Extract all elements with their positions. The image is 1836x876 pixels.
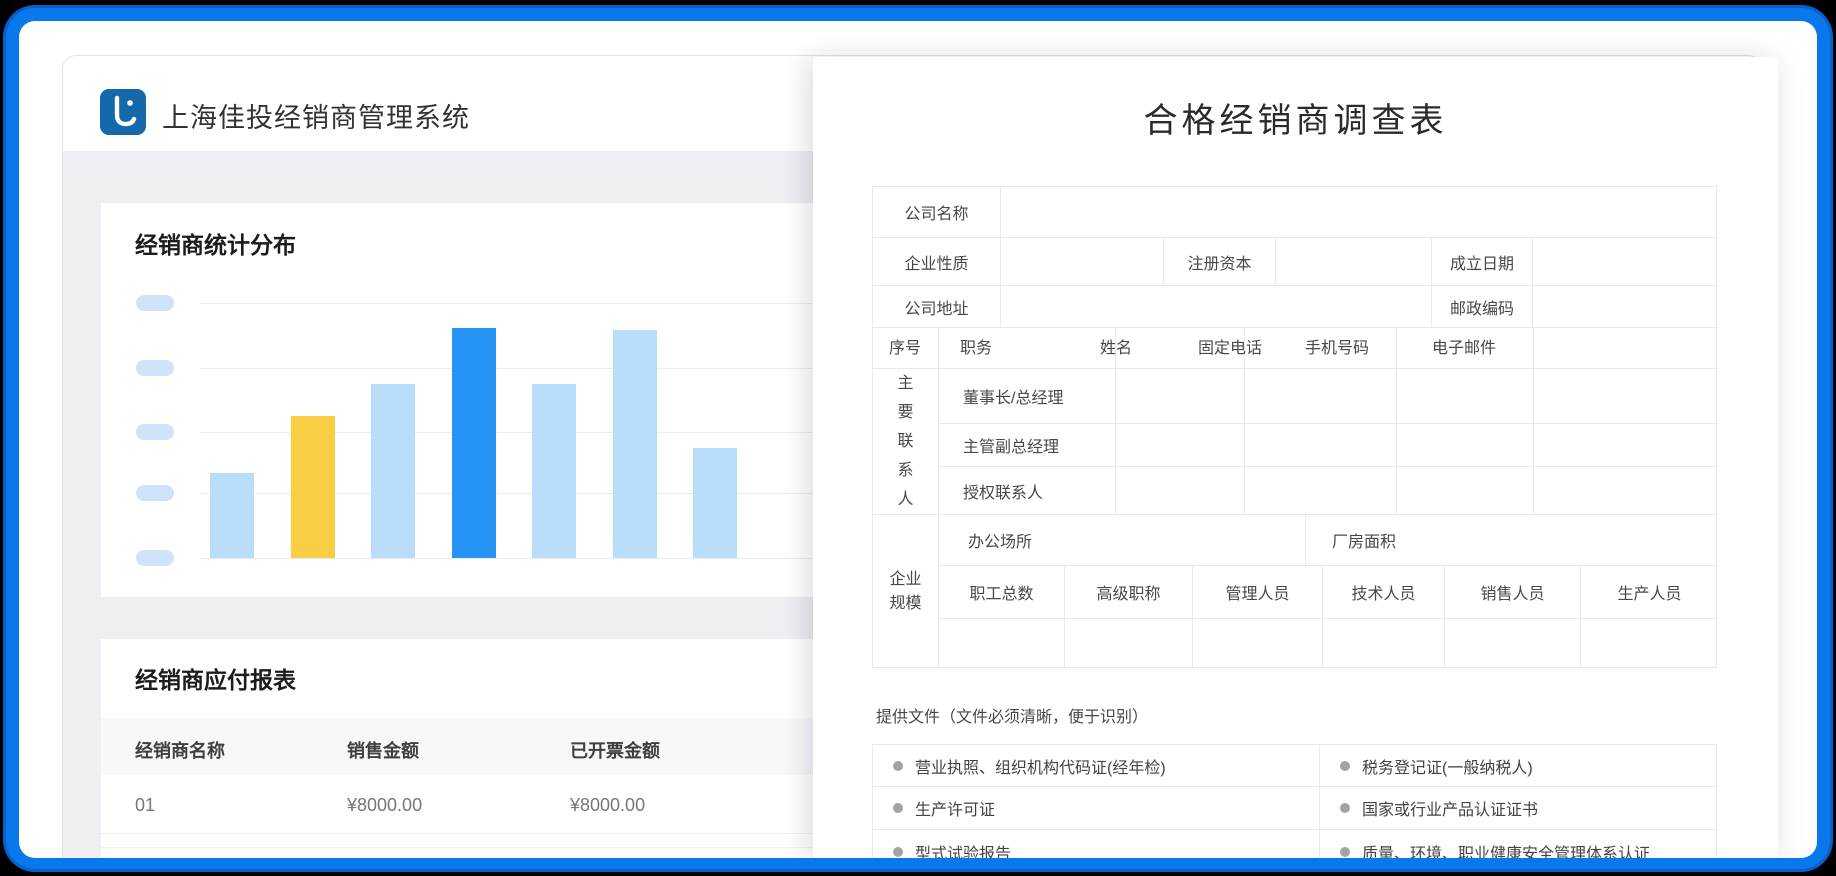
contact-col-email: 电子邮件 [1432,339,1496,359]
contact-role-chairman: 董事长/总经理 [939,369,1116,424]
contact-role-authorized: 授权联系人 [939,467,1116,515]
chart-bar [693,448,737,558]
page-viewport: 上海佳投经销商管理系统 经销商统计分布 经销商应付报表 经销商名称 销售金额 [19,21,1817,858]
chart-bar [371,384,415,558]
bullet-icon [1340,803,1350,813]
contact-col-tel: 固定电话 [1198,339,1262,359]
scale-input[interactable] [939,619,1065,669]
scale-col-sales: 销售人员 [1445,566,1581,619]
payables-col-invoiced: 已开票金额 [570,737,660,763]
contact-col-seq: 序号 [889,339,921,359]
doc-item: 营业执照、组织机构代码证(经年检) [873,745,1320,787]
app-title: 上海佳投经销商管理系统 [162,96,470,135]
scale-input[interactable] [1065,619,1193,669]
axis-tick-skeleton-pill [136,295,174,311]
chart-bar [613,330,657,558]
payables-row-sales: ¥8000.00 [347,795,422,816]
contact-input[interactable] [1245,467,1397,515]
bullet-icon [893,761,903,771]
contact-role-vp: 主管副总经理 [939,424,1116,467]
contact-header-labels: 序号 职务 姓名 固定电话 手机号码 电子邮件 [873,328,1718,369]
label-company-name: 公司名称 [873,187,1001,238]
screenshot-canvas: 上海佳投经销商管理系统 经销商统计分布 经销商应付报表 经销商名称 销售金额 [0,0,1836,876]
payables-col-dealer: 经销商名称 [135,737,225,763]
chart-bar [532,384,576,558]
bullet-icon [1340,847,1350,857]
doc-item: 型式试验报告 [873,830,1320,858]
contact-group-label: 主要联系人 [873,369,939,515]
contact-input[interactable] [1534,467,1718,515]
contact-input[interactable] [1116,424,1245,467]
axis-tick-skeleton-pill [136,550,174,566]
scale-plant-area: 厂房面积 [1306,515,1718,566]
doc-item: 质量、环境、职业健康安全管理体系认证 [1320,830,1718,858]
label-reg-capital: 注册资本 [1164,238,1276,286]
contact-input[interactable] [1534,369,1718,424]
scale-col-total-staff: 职工总数 [939,566,1065,619]
contact-input[interactable] [1397,369,1534,424]
contact-input[interactable] [1116,369,1245,424]
contact-col-title: 职务 [960,339,992,359]
label-nature: 企业性质 [873,238,1001,286]
doc-item: 生产许可证 [873,787,1320,830]
survey-form-title: 合格经销商调查表 [813,93,1778,142]
contact-input[interactable] [1116,467,1245,515]
label-postal: 邮政编码 [1432,286,1533,328]
docs-heading: 提供文件（文件必须清晰，便于识别） [876,703,1148,727]
input-reg-capital[interactable] [1276,238,1432,286]
scale-input[interactable] [1581,619,1718,669]
scale-office: 办公场所 [939,515,1306,566]
scale-col-senior: 高级职称 [1065,566,1193,619]
payables-row-dealer: 01 [135,795,155,816]
input-address[interactable] [1001,286,1432,328]
axis-tick-skeleton-pill [136,485,174,501]
scale-input[interactable] [1193,619,1323,669]
contact-input[interactable] [1245,369,1397,424]
scale-group-label: 企业规模 [873,515,939,669]
device-frame: 上海佳投经销商管理系统 经销商统计分布 经销商应付报表 经销商名称 销售金额 [6,8,1830,869]
bullet-icon [1340,761,1350,771]
axis-tick-skeleton-pill [136,360,174,376]
payables-col-sales: 销售金额 [347,737,419,763]
payables-row-invoiced: ¥8000.00 [570,795,645,816]
doc-item: 国家或行业产品认证证书 [1320,787,1718,830]
chart-bar [291,416,335,558]
scale-col-managers: 管理人员 [1193,566,1323,619]
label-founded: 成立日期 [1432,238,1533,286]
label-address: 公司地址 [873,286,1001,328]
chart-card-title: 经销商统计分布 [135,226,296,260]
contact-col-name: 姓名 [1100,339,1132,359]
logo-t-icon [100,89,146,135]
scale-col-tech: 技术人员 [1323,566,1445,619]
contact-col-mobile: 手机号码 [1305,339,1369,359]
chart-bar [452,328,496,558]
doc-item: 税务登记证(一般纳税人) [1320,745,1718,787]
scale-col-production: 生产人员 [1581,566,1718,619]
scale-input[interactable] [1445,619,1581,669]
input-company-name[interactable] [1001,187,1718,238]
input-nature[interactable] [1001,238,1164,286]
axis-tick-skeleton-pill [136,424,174,440]
contact-input[interactable] [1245,424,1397,467]
bullet-icon [893,803,903,813]
device-frame-outline: 上海佳投经销商管理系统 经销商统计分布 经销商应付报表 经销商名称 销售金额 [3,5,1833,872]
stage: 上海佳投经销商管理系统 经销商统计分布 经销商应付报表 经销商名称 销售金额 [19,21,1817,858]
chart-bar [210,473,254,558]
contact-input[interactable] [1534,424,1718,467]
docs-table: 营业执照、组织机构代码证(经年检) 税务登记证(一般纳税人) 生产许可证 国家或… [872,744,1717,858]
input-founded[interactable] [1533,238,1718,286]
bullet-icon [893,847,903,857]
app-logo-icon [100,89,146,135]
scale-input[interactable] [1323,619,1445,669]
survey-form-table: 公司名称 企业性质 注册资本 成立日期 公司地址 邮政编码 [872,186,1717,668]
contact-input[interactable] [1397,424,1534,467]
payables-card-title: 经销商应付报表 [135,661,296,695]
input-postal[interactable] [1533,286,1718,328]
contact-input[interactable] [1397,467,1534,515]
